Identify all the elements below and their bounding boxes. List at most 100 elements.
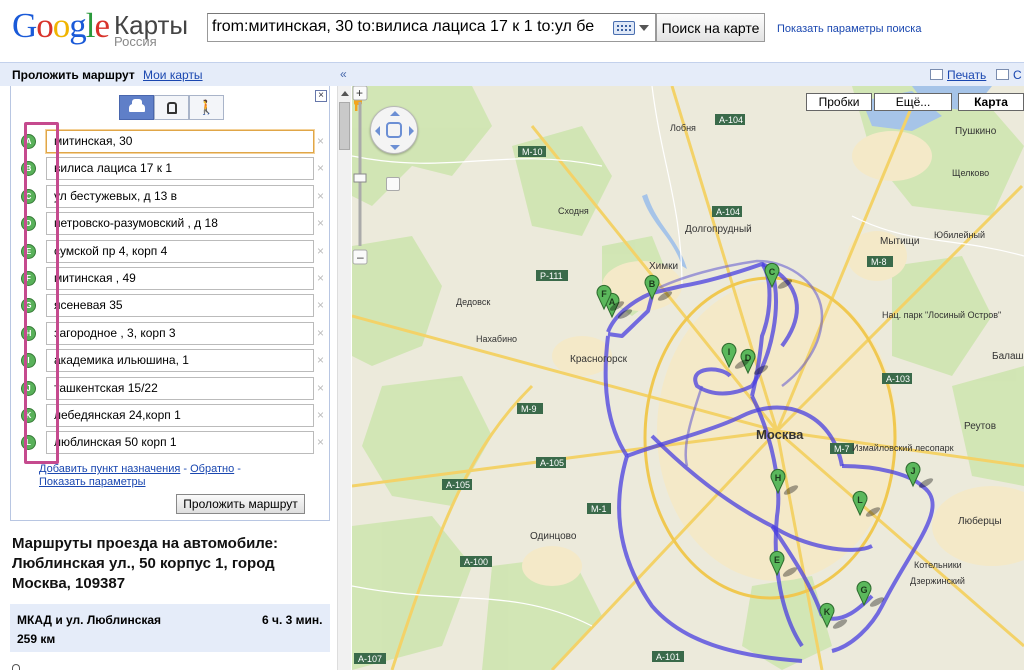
more-button[interactable]: Ещё...	[874, 93, 952, 111]
print-link[interactable]: Печать	[930, 68, 986, 82]
remove-waypoint-icon[interactable]: ×	[317, 408, 324, 422]
map-marker-j[interactable]: J	[904, 461, 934, 488]
search-options-link[interactable]: Показать параметры поиска	[777, 23, 921, 35]
mail-icon[interactable]	[996, 69, 1009, 80]
left-panel: × 🚶 Aмитинская, 30 × Bвилиса лациса 17 к 1…	[0, 86, 351, 670]
google-logo[interactable]: Google	[12, 6, 110, 46]
chevron-down-icon[interactable]	[639, 25, 649, 31]
road-label-m7: М-7	[834, 444, 850, 454]
waypoint-row: Dпетровско-разумовский , д 18 ×	[21, 212, 324, 236]
label-nakhabino: Нахабино	[476, 334, 517, 344]
close-icon[interactable]: ×	[315, 90, 327, 102]
svg-text:G: G	[860, 585, 867, 595]
waypoint-input[interactable]: ул бестужевых, д 13 в	[46, 184, 314, 208]
waypoint-input[interactable]: вилиса лациса 17 к 1	[46, 157, 314, 181]
remove-waypoint-icon[interactable]: ×	[317, 161, 324, 175]
route-label[interactable]: Проложить маршрут	[12, 68, 135, 82]
map-view[interactable]: А-104 М-10 А-104 М-8 Р-111 А-103 М-9 М-7…	[352, 86, 1024, 670]
travel-mode-bar: 🚶	[119, 95, 224, 120]
route-summary[interactable]: МКАД и ул. Люблинская 6 ч. 3 мин. 259 км	[10, 604, 330, 652]
remove-waypoint-icon[interactable]: ×	[317, 189, 324, 203]
scroll-up-icon[interactable]	[341, 91, 349, 96]
label-mytishchi: Мытищи	[880, 236, 920, 247]
walk-icon: 🚶	[197, 99, 216, 115]
traffic-button[interactable]: Пробки	[806, 93, 872, 111]
map-marker-g[interactable]: G	[855, 580, 885, 607]
left-scrollbar[interactable]	[337, 86, 351, 670]
label-skhodnya: Сходня	[558, 206, 589, 216]
remove-waypoint-icon[interactable]: ×	[317, 244, 324, 258]
road-label-a107: А-107	[358, 654, 382, 664]
road-label-a105b: А-105	[446, 480, 470, 490]
svg-text:I: I	[728, 347, 731, 357]
waypoint-input[interactable]: ташкентская 15/22	[46, 376, 314, 400]
train-icon	[166, 101, 177, 114]
remove-waypoint-icon[interactable]: ×	[317, 435, 324, 449]
keyboard-icon[interactable]	[613, 21, 635, 35]
search-input[interactable]: from:митинская, 30 to:вилиса лациса 17 к…	[212, 18, 610, 38]
waypoint-input[interactable]: лебедянская 24,корп 1	[46, 404, 314, 427]
label-lyubertsy: Люберцы	[958, 515, 1002, 527]
waypoint-input[interactable]: академика ильюшина, 1	[46, 349, 314, 373]
hand-icon[interactable]	[386, 122, 402, 138]
road-label-m8: М-8	[871, 257, 887, 267]
route-duration: 6 ч. 3 мин.	[262, 613, 323, 627]
map-marker-k[interactable]: K	[818, 602, 848, 629]
map-canvas[interactable]: А-104 М-10 А-104 М-8 Р-111 А-103 М-9 М-7…	[352, 86, 1024, 670]
waypoint-row: Aмитинская, 30 ×	[21, 130, 324, 154]
road-label-m10: М-10	[522, 147, 543, 157]
get-route-button[interactable]: Проложить маршрут	[176, 494, 305, 514]
waypoint-row: Bвилиса лациса 17 к 1 ×	[21, 157, 324, 181]
map-marker-i[interactable]: I	[720, 342, 750, 369]
map-marker-c[interactable]: C	[763, 262, 793, 289]
reset-view-icon[interactable]	[386, 177, 400, 191]
remove-waypoint-icon[interactable]: ×	[317, 271, 324, 285]
pan-control[interactable]	[370, 106, 418, 154]
collapse-panel-button[interactable]: «	[340, 67, 347, 81]
show-options-link[interactable]: Показать параметры	[39, 476, 146, 488]
waypoint-input[interactable]: петровско-разумовский , д 18	[46, 212, 314, 236]
search-box[interactable]: from:митинская, 30 to:вилиса лациса 17 к…	[207, 13, 656, 42]
svg-text:+: +	[356, 86, 363, 100]
remove-waypoint-icon[interactable]: ×	[317, 353, 324, 367]
add-destination-link[interactable]: Добавить пункт назначения	[39, 463, 180, 475]
waypoint-input[interactable]: загородное , 3, корп 3	[46, 321, 314, 345]
remove-waypoint-icon[interactable]: ×	[317, 381, 324, 395]
label-dolgoprudny: Долгопрудный	[685, 224, 752, 235]
car-mode-button[interactable]	[119, 95, 154, 120]
remove-waypoint-icon[interactable]: ×	[317, 326, 324, 340]
my-maps-link[interactable]: Мои карты	[143, 68, 203, 82]
waypoint-input[interactable]: митинская, 30	[46, 130, 314, 153]
map-marker-l[interactable]: L	[851, 490, 881, 517]
map-marker-f[interactable]: F	[595, 284, 625, 311]
map-marker-b[interactable]: B	[643, 274, 673, 301]
link-label[interactable]: С	[1013, 68, 1022, 82]
label-izmailovsky: Измайловский лесопарк	[852, 443, 954, 453]
road-label-a104: А-104	[719, 115, 743, 125]
label-kotelniki: Котельники	[914, 560, 962, 570]
label-moskva: Москва	[756, 427, 804, 442]
scroll-thumb[interactable]	[339, 102, 350, 150]
more-icon	[12, 664, 20, 670]
svg-text:B: B	[649, 279, 656, 289]
road-label-m1: М-1	[591, 504, 607, 514]
reverse-link[interactable]: Обратно	[190, 463, 234, 475]
map-type-button[interactable]: Карта	[958, 93, 1024, 111]
waypoint-input[interactable]: митинская , 49	[46, 267, 314, 290]
remove-waypoint-icon[interactable]: ×	[317, 216, 324, 230]
waypoint-input[interactable]: люблинская 50 корп 1	[46, 431, 314, 455]
walk-mode-button[interactable]: 🚶	[189, 95, 224, 120]
map-marker-h[interactable]: H	[769, 468, 799, 495]
waypoint-input[interactable]: сумской пр 4, корп 4	[46, 239, 314, 263]
map-marker-e[interactable]: E	[768, 550, 798, 577]
svg-text:F: F	[601, 289, 607, 299]
waypoint-input[interactable]: ясеневая 35	[46, 294, 314, 318]
remove-waypoint-icon[interactable]: ×	[317, 134, 324, 148]
logo-sub: Россия	[114, 34, 157, 49]
search-button[interactable]: Поиск на карте	[656, 13, 765, 42]
waypoint-row: Cул бестужевых, д 13 в ×	[21, 184, 324, 209]
transit-mode-button[interactable]	[154, 95, 189, 120]
waypoint-row: Lлюблинская 50 корп 1 ×	[21, 431, 324, 455]
remove-waypoint-icon[interactable]: ×	[317, 298, 324, 312]
zoom-slider[interactable]: + –	[352, 86, 368, 266]
